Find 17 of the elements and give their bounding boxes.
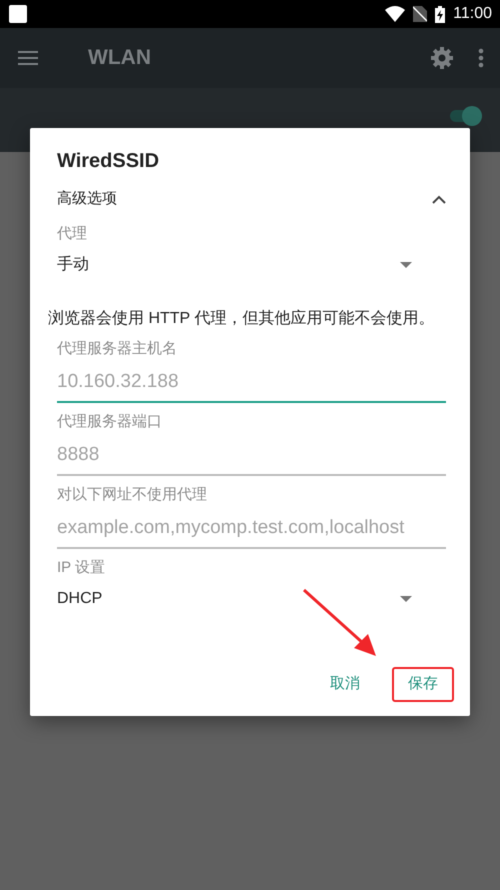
field-label: 代理服务器端口 [57,412,163,432]
input-field[interactable]: 10.160.32.188 [57,364,446,403]
field-label: IP 设置 [57,558,106,578]
app-title: WLAN [88,45,151,72]
field-label: 代理服务器主机名 [57,338,178,359]
field-label: 对以下网址不使用代理 [57,484,208,505]
dialog-button[interactable]: 保存 [392,667,454,702]
input-field[interactable]: 8888 [57,437,446,476]
info-text: 浏览器会使用 HTTP 代理，但其他应用可能不会使用。 [48,309,436,329]
clock-time: 11:00 [453,4,492,24]
dialog-title: WiredSSID [57,149,160,174]
input-field[interactable]: example.com,mycomp.test.com,localhost [57,510,446,549]
dialog-button[interactable]: 取消 [314,667,376,702]
proxy-dropdown[interactable]: 手动 [57,245,446,285]
advanced-options-toggle[interactable]: 高级选项 [57,184,446,214]
field-label: 代理 [57,224,88,244]
ip-settings-dropdown[interactable]: DHCP [57,579,446,620]
